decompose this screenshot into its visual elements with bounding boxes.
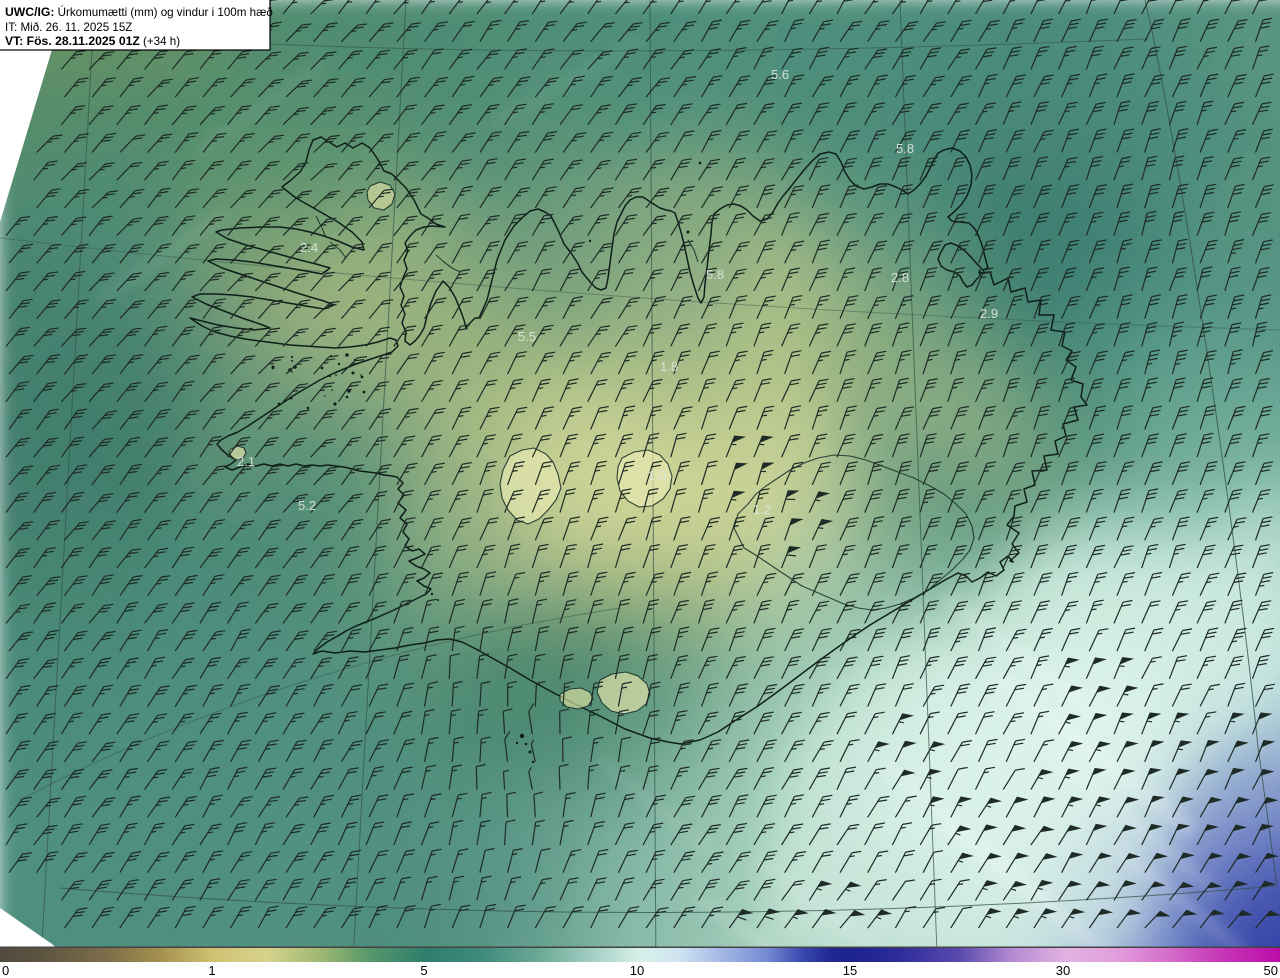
svg-text:5.6: 5.6	[771, 67, 789, 82]
svg-text:1.2: 1.2	[753, 502, 771, 517]
svg-text:5.2: 5.2	[298, 498, 316, 513]
svg-text:10: 10	[630, 963, 644, 978]
svg-text:2.1: 2.1	[237, 454, 255, 469]
svg-text:2.9: 2.9	[980, 306, 998, 321]
svg-text:50: 50	[1264, 963, 1278, 978]
svg-text:1.8: 1.8	[660, 359, 678, 374]
svg-text:1.0: 1.0	[648, 468, 666, 483]
svg-text:1: 1	[208, 963, 215, 978]
svg-text:IT: Mið. 26. 11. 2025 15Z: IT: Mið. 26. 11. 2025 15Z	[5, 21, 132, 34]
svg-text:15: 15	[843, 963, 857, 978]
svg-text:5.8: 5.8	[706, 267, 724, 282]
svg-text:2.4: 2.4	[300, 240, 318, 255]
svg-text:5.5: 5.5	[518, 329, 536, 344]
svg-text:5: 5	[420, 963, 427, 978]
svg-text:5.8: 5.8	[896, 141, 914, 156]
svg-text:VT: Fös. 28.11.2025 01Z (+34 h: VT: Fös. 28.11.2025 01Z (+34 h)	[5, 34, 180, 48]
svg-text:2.8: 2.8	[891, 270, 909, 285]
svg-text:0: 0	[2, 963, 9, 978]
svg-text:30: 30	[1056, 963, 1070, 978]
svg-text:UWC/IG: Úrkomumætti (mm) og vi: UWC/IG: Úrkomumætti (mm) og vindur i 100…	[5, 5, 273, 19]
